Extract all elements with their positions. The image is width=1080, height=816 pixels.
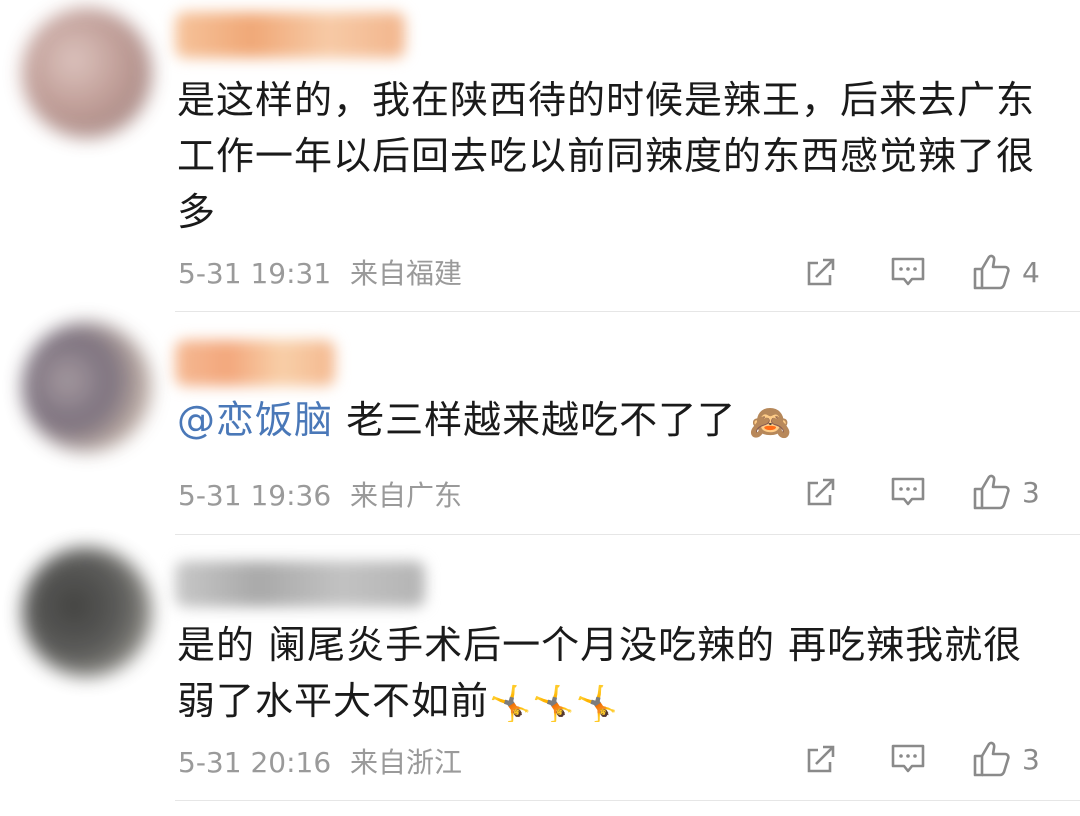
reply-button[interactable] bbox=[890, 739, 926, 779]
like-count: 3 bbox=[1022, 742, 1040, 776]
comment-location: 来自福建 bbox=[350, 257, 463, 290]
avatar[interactable] bbox=[22, 322, 152, 452]
comment-location: 来自广东 bbox=[350, 479, 463, 512]
comment-text: 是的 阑尾炎手术后一个月没吃辣的 再吃辣我就很弱了水平大不如前🤸🤸🤸 bbox=[177, 617, 1057, 729]
like-count: 3 bbox=[1022, 475, 1040, 509]
emoji: 🤸 bbox=[489, 683, 533, 724]
thumbs-up-icon bbox=[973, 254, 1010, 290]
comment-item: 是这样的，我在陕西待的时候是辣王，后来去广东工作一年以后回去吃以前同辣度的东西感… bbox=[0, 0, 1080, 312]
share-button[interactable] bbox=[804, 739, 838, 779]
comment-item: @恋饭脑 老三样越来越吃不了了 🙈 5-31 19:36 来自广东 3 bbox=[0, 312, 1080, 535]
avatar[interactable] bbox=[22, 547, 152, 677]
like-button[interactable]: 3 bbox=[972, 472, 1040, 512]
share-icon bbox=[807, 745, 835, 773]
comment-icon bbox=[891, 257, 925, 286]
username-blurred[interactable] bbox=[175, 12, 405, 58]
comment-icon bbox=[891, 744, 925, 773]
emoji: 🤸 bbox=[532, 683, 576, 724]
comment-actions: 3 bbox=[800, 739, 1060, 779]
share-button[interactable] bbox=[804, 472, 838, 512]
share-icon bbox=[807, 478, 835, 506]
avatar[interactable] bbox=[22, 8, 152, 138]
comment-actions: 3 bbox=[800, 472, 1060, 512]
comment-meta: 5-31 19:31 来自福建 bbox=[178, 252, 462, 292]
comment-meta: 5-31 19:36 来自广东 bbox=[178, 474, 462, 514]
comment-meta: 5-31 20:16 来自浙江 bbox=[178, 741, 462, 781]
like-count: 4 bbox=[1022, 255, 1040, 289]
thumbs-up-icon bbox=[973, 741, 1010, 777]
username-blurred[interactable] bbox=[175, 340, 335, 386]
share-icon bbox=[807, 258, 835, 286]
like-button[interactable]: 3 bbox=[972, 739, 1040, 779]
comment-item: 是的 阑尾炎手术后一个月没吃辣的 再吃辣我就很弱了水平大不如前🤸🤸🤸 5-31 … bbox=[0, 535, 1080, 816]
emoji: 🙈 bbox=[749, 402, 793, 443]
divider bbox=[175, 800, 1080, 801]
emoji: 🤸 bbox=[575, 683, 620, 724]
comment-icon bbox=[891, 477, 925, 506]
comment-date: 5-31 19:36 bbox=[178, 479, 332, 512]
comment-body: 老三样越来越吃不了了 bbox=[333, 398, 737, 442]
share-button[interactable] bbox=[804, 252, 838, 292]
comment-text: 是这样的，我在陕西待的时候是辣王，后来去广东工作一年以后回去吃以前同辣度的东西感… bbox=[177, 72, 1057, 240]
comment-text: @恋饭脑 老三样越来越吃不了了 🙈 bbox=[177, 392, 1057, 448]
comment-actions: 4 bbox=[800, 252, 1060, 292]
username-blurred[interactable] bbox=[175, 561, 425, 607]
thumbs-up-icon bbox=[973, 474, 1010, 510]
comment-location: 来自浙江 bbox=[350, 746, 463, 779]
mention-link[interactable]: @恋饭脑 bbox=[177, 398, 333, 442]
reply-button[interactable] bbox=[890, 472, 926, 512]
comment-body: 是这样的，我在陕西待的时候是辣王，后来去广东工作一年以后回去吃以前同辣度的东西感… bbox=[177, 78, 1036, 234]
reply-button[interactable] bbox=[890, 252, 926, 292]
comment-date: 5-31 20:16 bbox=[178, 746, 332, 779]
like-button[interactable]: 4 bbox=[972, 252, 1040, 292]
comment-date: 5-31 19:31 bbox=[178, 257, 332, 290]
